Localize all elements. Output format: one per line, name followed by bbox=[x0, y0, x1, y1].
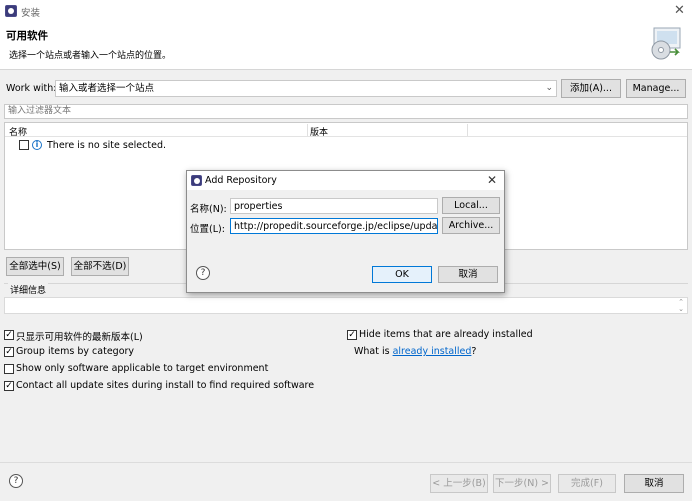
dialog-cancel-button[interactable]: 取消 bbox=[438, 266, 498, 283]
contact-sites-label: Contact all update sites during install … bbox=[16, 380, 315, 391]
what-is-suffix: ? bbox=[471, 346, 477, 357]
page-title: 可用软件 bbox=[6, 30, 48, 42]
work-with-combo[interactable]: 输入或者选择一个站点 ⌄ bbox=[55, 80, 557, 97]
install-cd-icon bbox=[648, 26, 684, 60]
target-env-checkbox[interactable] bbox=[4, 364, 14, 374]
filter-placeholder: 输入过滤器文本 bbox=[8, 106, 72, 116]
already-installed-link[interactable]: already installed bbox=[393, 346, 472, 357]
location-value: http://propedit.sourceforge.jp/eclipse/u… bbox=[234, 221, 438, 232]
name-value: properties bbox=[234, 201, 283, 212]
add-repository-dialog: Add Repository ✕ 名称(N): properties Local… bbox=[186, 170, 505, 293]
contact-sites-checkbox[interactable]: ✓ bbox=[4, 381, 14, 391]
dialog-app-icon bbox=[191, 175, 202, 186]
filter-input[interactable]: 输入过滤器文本 bbox=[4, 104, 688, 119]
select-all-button[interactable]: 全部选中(S) bbox=[6, 257, 64, 276]
footer-divider bbox=[0, 462, 692, 463]
latest-only-label: 只显示可用软件的最新版本(L) bbox=[16, 332, 143, 343]
target-env-label: Show only software applicable to target … bbox=[16, 363, 269, 374]
finish-button[interactable]: 完成(F) bbox=[558, 474, 616, 493]
title-bar: 安装 ✕ bbox=[0, 0, 692, 22]
hide-installed-checkbox[interactable]: ✓ bbox=[347, 330, 357, 340]
next-button[interactable]: 下一步(N) > bbox=[493, 474, 551, 493]
close-icon[interactable]: ✕ bbox=[674, 3, 685, 18]
what-is-text: What is already installed? bbox=[354, 346, 476, 357]
local-button[interactable]: Local... bbox=[442, 197, 500, 214]
group-by-category-label: Group items by category bbox=[16, 346, 135, 357]
empty-message: There is no site selected. bbox=[47, 140, 166, 151]
group-by-category-checkbox[interactable]: ✓ bbox=[4, 347, 14, 357]
dialog-help-icon[interactable]: ? bbox=[196, 266, 210, 280]
deselect-all-button[interactable]: 全部不选(D) bbox=[71, 257, 129, 276]
page-subtitle: 选择一个站点或者输入一个站点的位置。 bbox=[9, 51, 172, 61]
table-header: 名称 版本 bbox=[5, 123, 687, 138]
what-is-prefix: What is bbox=[354, 346, 393, 357]
latest-only-checkbox[interactable]: ✓ bbox=[4, 330, 14, 340]
dialog-close-icon[interactable]: ✕ bbox=[487, 173, 497, 187]
name-field[interactable]: properties bbox=[230, 198, 438, 214]
column-divider[interactable] bbox=[307, 124, 308, 136]
manage-button[interactable]: Manage... bbox=[626, 79, 686, 98]
details-label: 详细信息 bbox=[8, 283, 49, 296]
ok-button[interactable]: OK bbox=[372, 266, 432, 283]
cancel-button[interactable]: 取消 bbox=[624, 474, 684, 493]
location-label: 位置(L): bbox=[190, 224, 225, 235]
help-icon[interactable]: ? bbox=[9, 474, 23, 488]
row-checkbox[interactable] bbox=[19, 140, 29, 150]
dialog-title-bar: Add Repository ✕ bbox=[187, 171, 504, 190]
info-icon: i bbox=[32, 140, 42, 150]
dialog-title: Add Repository bbox=[205, 175, 277, 186]
chevron-down-icon[interactable]: ⌄ bbox=[545, 81, 553, 96]
hide-installed-label: Hide items that are already installed bbox=[359, 329, 533, 340]
archive-button[interactable]: Archive... bbox=[442, 217, 500, 234]
column-name[interactable]: 名称 bbox=[9, 125, 27, 138]
details-text[interactable]: ⌃ ⌄ bbox=[4, 297, 688, 314]
app-icon bbox=[5, 5, 17, 17]
column-version[interactable]: 版本 bbox=[310, 125, 328, 138]
add-site-button[interactable]: 添加(A)... bbox=[561, 79, 621, 98]
header-banner: 可用软件 选择一个站点或者输入一个站点的位置。 bbox=[0, 22, 692, 70]
list-item[interactable]: i There is no site selected. bbox=[17, 139, 317, 153]
name-label: 名称(N): bbox=[190, 204, 227, 215]
work-with-label: Work with: bbox=[6, 83, 57, 94]
column-divider[interactable] bbox=[467, 124, 468, 136]
window-title: 安装 bbox=[21, 8, 41, 19]
back-button[interactable]: < 上一步(B) bbox=[430, 474, 488, 493]
location-field[interactable]: http://propedit.sourceforge.jp/eclipse/u… bbox=[230, 218, 438, 234]
work-with-value: 输入或者选择一个站点 bbox=[59, 83, 155, 94]
scroll-arrows-icon[interactable]: ⌃ ⌄ bbox=[678, 299, 684, 313]
